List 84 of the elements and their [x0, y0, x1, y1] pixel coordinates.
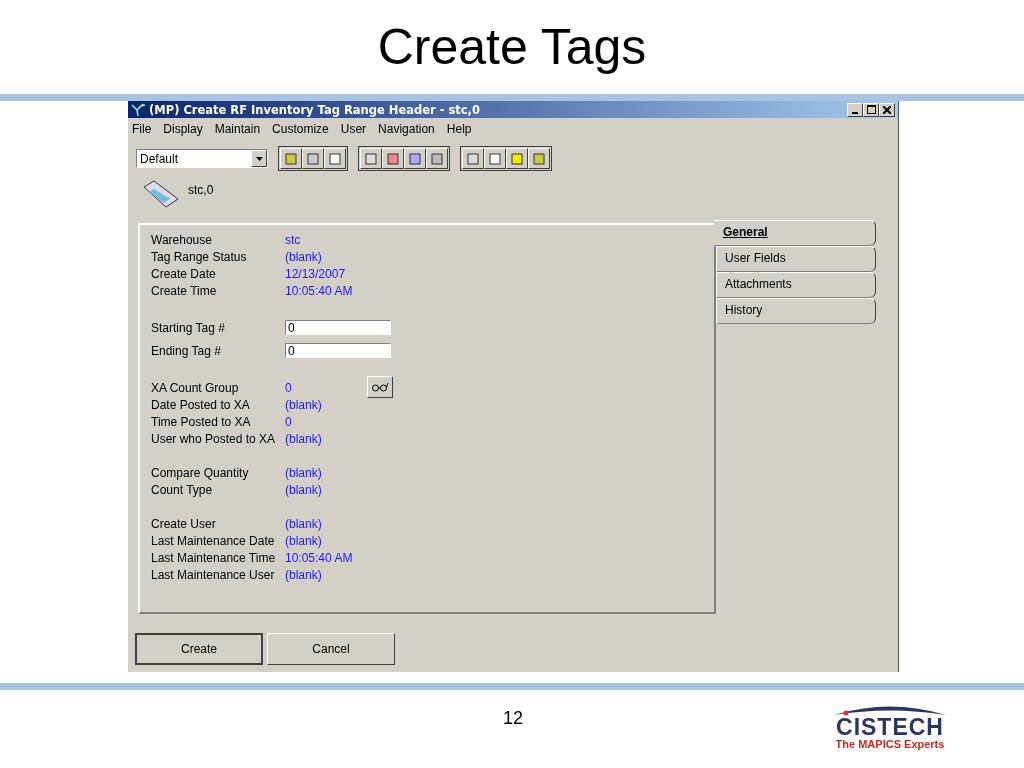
toolbar-icon [466, 151, 480, 166]
toolbar-button[interactable] [360, 148, 382, 169]
field-value: (blank) [285, 431, 322, 446]
side-tab[interactable]: General [714, 220, 876, 246]
field-label: Create User [151, 516, 217, 531]
side-tab[interactable]: History [716, 298, 876, 324]
input-field[interactable]: 0 [285, 343, 391, 358]
side-tab[interactable]: Attachments [716, 272, 876, 298]
dialog-button[interactable]: Cancel [267, 633, 395, 665]
toolbar-button[interactable] [404, 148, 426, 169]
toolbar-icon [510, 151, 524, 166]
field-label: Starting Tag # [151, 320, 226, 335]
field-value: 10:05:40 AM [285, 550, 353, 565]
menu-item[interactable]: User [340, 122, 367, 136]
dropdown-arrow-icon [255, 156, 263, 161]
side-tab[interactable]: User Fields [716, 246, 876, 272]
field-label: User who Posted to XA [151, 431, 277, 446]
field-label: Create Time [151, 283, 218, 298]
field-label: Compare Quantity [151, 465, 250, 480]
field-value: 12/13/2007 [285, 266, 346, 281]
logo-tagline: The MAPICS Experts [835, 738, 945, 750]
field-value: (blank) [285, 516, 322, 531]
toolbar-button[interactable] [324, 148, 346, 169]
lookup-button[interactable] [367, 376, 393, 398]
toolbar-button[interactable] [462, 148, 484, 169]
toolbar-button[interactable] [528, 148, 550, 169]
field-label: XA Count Group [151, 380, 240, 395]
field-value: (blank) [285, 249, 322, 264]
toolbar-icon [284, 151, 298, 166]
field-value: (blank) [285, 567, 322, 582]
window-title: (MP) Create RF Inventory Tag Range Header - stc,0 [149, 102, 481, 117]
page-number: 12 [503, 708, 524, 729]
toolbar-icon [430, 151, 444, 166]
menu-item[interactable]: Navigation [378, 122, 435, 136]
field-value: 10:05:40 AM [285, 283, 353, 298]
app-icon [131, 102, 147, 117]
field-label: Create Date [151, 266, 217, 281]
logo-name: CISTECH [836, 716, 944, 738]
field-label: Date Posted to XA [151, 397, 251, 412]
close-icon [883, 105, 891, 114]
input-field[interactable]: 0 [285, 320, 391, 335]
toolbar-button[interactable] [382, 148, 404, 169]
toolbar-icon [532, 151, 546, 166]
toolbar-button[interactable] [484, 148, 506, 169]
minimize-button[interactable] [847, 102, 863, 117]
field-label: Last Maintenance User [151, 567, 276, 582]
glasses-icon [371, 382, 389, 392]
dialog-button[interactable]: Create [135, 633, 263, 665]
field-label: Time Posted to XA [151, 414, 252, 429]
minimize-icon [852, 111, 858, 114]
slide-title: Create Tags [377, 18, 647, 76]
field-label: Last Maintenance Date [151, 533, 276, 548]
toolbar-icon [488, 151, 502, 166]
field-value: (blank) [285, 397, 322, 412]
toolbar-button[interactable] [280, 148, 302, 169]
toolbar-icon [306, 151, 320, 166]
field-value: 0 [285, 414, 292, 429]
maximize-icon [866, 105, 876, 114]
field-value: (blank) [285, 465, 322, 480]
menu-item[interactable]: Help [446, 122, 472, 136]
toolbar-button[interactable] [302, 148, 324, 169]
field-value: (blank) [285, 533, 322, 548]
toolbar-button[interactable] [506, 148, 528, 169]
toolbar-icon [386, 151, 400, 166]
toolbar-icon [408, 151, 422, 166]
menu-item[interactable]: File [132, 122, 152, 136]
field-value: stc [285, 232, 301, 247]
header-label: stc,0 [188, 183, 214, 197]
view-dropdown[interactable]: Default [136, 149, 268, 168]
maximize-button[interactable] [863, 102, 879, 117]
toolbar-icon [364, 151, 378, 166]
field-value: 0 [285, 380, 292, 395]
menu-item[interactable]: Maintain [214, 122, 261, 136]
toolbar-button[interactable] [426, 148, 448, 169]
menu-item[interactable]: Display [163, 122, 203, 136]
close-button[interactable] [879, 102, 895, 117]
field-label: Tag Range Status [151, 249, 248, 264]
menu-item[interactable]: Customize [272, 122, 329, 136]
field-label: Last Maintenance Time [151, 550, 277, 565]
toolbar-icon [328, 151, 342, 166]
field-label: Count Type [151, 482, 214, 497]
field-value: (blank) [285, 482, 322, 497]
field-label: Warehouse [151, 232, 213, 247]
field-label: Ending Tag # [151, 343, 222, 358]
